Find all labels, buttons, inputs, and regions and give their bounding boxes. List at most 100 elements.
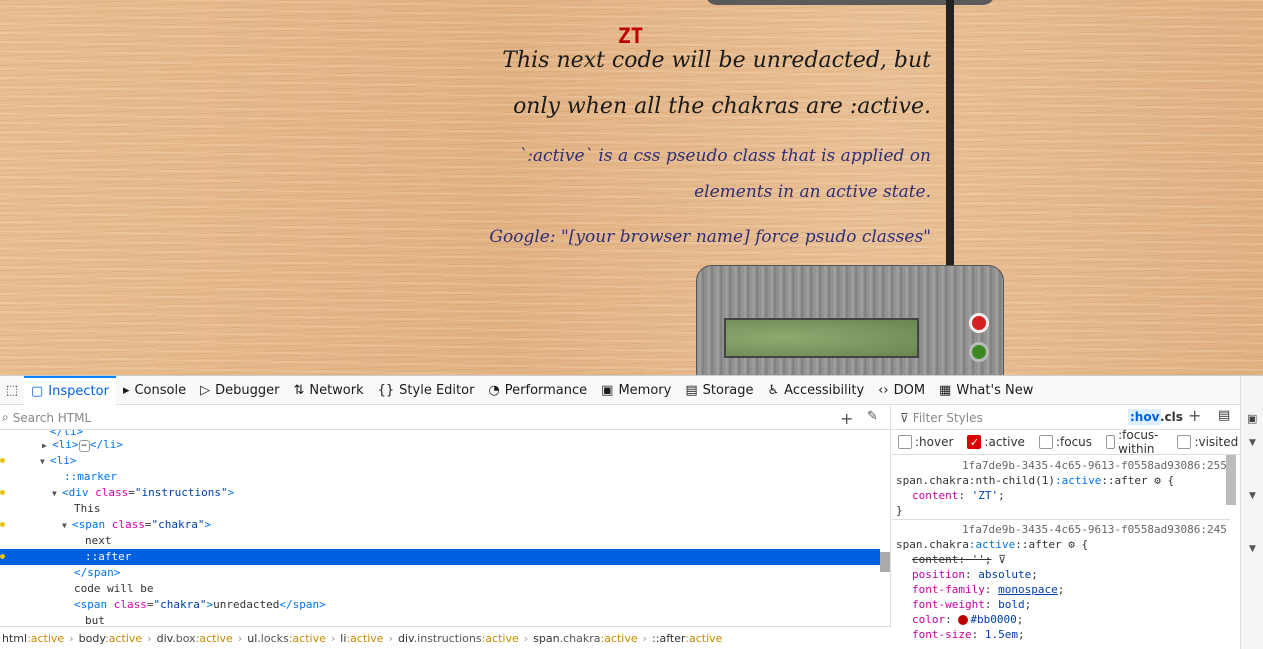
tab-debugger[interactable]: ▷ Debugger [193,376,286,405]
toggle-sidebar-icon[interactable]: ▣ [1247,412,1257,425]
chevron-down-icon[interactable]: ▼ [1249,438,1256,448]
expand-icon[interactable]: ▶ [42,438,52,454]
green-button[interactable] [969,342,989,362]
rule-source-link[interactable]: 1fa7de9b-3435-4c65-9613-f0558ad93086:245 [962,522,1227,537]
breadcrumb-item[interactable]: span.chakra:active [531,632,639,645]
eyedropper-icon[interactable]: ✎ [867,409,878,424]
declaration[interactable]: font-weight: bold; [896,597,1031,612]
gift-icon: ▦ [939,382,952,398]
declaration[interactable]: content: 'ZT'; [896,488,1005,503]
tree-row[interactable]: <span class="chakra">unredacted</span> [0,597,880,613]
breadcrumb-class: .box [172,631,196,645]
gear-icon[interactable]: ⚙ [1068,538,1075,551]
tab-inspector[interactable]: ▢ Inspector [24,375,116,405]
selector-pseudo: :active [968,538,1016,551]
checkbox[interactable] [1177,435,1192,449]
checkbox-checked[interactable]: ✓ [967,435,982,449]
red-button[interactable] [969,313,989,333]
collapse-icon[interactable]: ▼ [40,454,50,470]
breadcrumb-item[interactable]: html:active [0,632,66,645]
pseudo-hover[interactable]: :hover [898,435,953,449]
tab-network[interactable]: ⇅ Network [286,376,370,405]
chakra-after-text: ZT [618,24,644,48]
breadcrumb-separator: › [330,631,336,645]
collapsed-badge[interactable]: ⋯ [78,440,90,452]
tree-row[interactable]: ▼ <li> [0,453,880,469]
filter-icon[interactable]: ⊽ [998,553,1006,566]
text-node: but [85,614,105,626]
markup-scrollbar[interactable] [880,552,890,572]
active-marker-dot [0,490,5,495]
tab-whats-new[interactable]: ▦ What's New [932,376,1040,405]
add-rule-icon[interactable]: + [1188,406,1201,425]
rules-scrollbar[interactable] [1226,455,1236,505]
tree-row-selected[interactable]: ::after [0,549,880,565]
text-node: This [74,502,101,515]
declaration[interactable]: color: #bb0000; [896,612,1023,627]
property-name: font-size [912,628,972,641]
tab-accessibility[interactable]: ♿ Accessibility [761,376,872,405]
pseudo-visited[interactable]: :visited [1177,435,1238,449]
collapse-icon[interactable]: ▼ [62,518,72,534]
tree-row[interactable]: </span> [0,565,880,581]
color-swatch[interactable] [958,615,969,625]
pseudo-focus-within[interactable]: :focus-within [1106,428,1163,456]
element-picker-icon[interactable]: ⬚ [0,376,24,405]
chevron-down-icon[interactable]: ▼ [1249,491,1256,501]
pseudo-label: :focus-within [1118,428,1159,456]
pseudo-active[interactable]: ✓:active [967,435,1025,449]
text-node: code will be [74,582,154,595]
search-input[interactable]: Search HTML [13,411,91,425]
tree-row[interactable]: next [0,533,880,549]
tree-row[interactable]: ::marker [0,469,880,485]
chevron-down-icon[interactable]: ▼ [1249,544,1256,554]
tab-dom[interactable]: ‹› DOM [871,376,932,405]
tab-console[interactable]: ▸ Console [116,376,193,405]
tree-row[interactable]: ▼ <div class="instructions"> [0,485,880,501]
tree-row[interactable]: ▼ <span class="chakra"> [0,517,880,533]
breadcrumb-element: html [2,631,28,645]
tab-memory[interactable]: ▣ Memory [594,376,678,405]
declaration[interactable]: position: absolute; [896,567,1038,582]
selector-pseudo: :active [1054,474,1102,487]
breadcrumb-item[interactable]: ul.locks:active [245,632,328,645]
breadcrumb-item[interactable]: ::after:active [650,632,724,645]
tab-performance[interactable]: ◔ Performance [481,376,594,405]
pseudo-focus[interactable]: :focus [1038,435,1092,449]
rule-source-link[interactable]: 1fa7de9b-3435-4c65-9613-f0558ad93086:255 [962,458,1227,473]
hint-line-2: elements in an active state. [694,182,931,202]
declaration[interactable]: font-size: 1.5em; [896,627,1025,642]
checkbox[interactable] [1106,435,1116,449]
pseudo-label: :visited [1194,435,1239,449]
add-node-icon[interactable]: + [840,409,853,428]
hov-toggle[interactable]: :hov [1128,409,1162,425]
google-hint: Google: "[your browser name] force psudo… [489,227,931,247]
property-value: #bb0000 [970,613,1017,626]
tree-row[interactable]: ▶ <li> ⋯ </li> [0,437,880,453]
filter-styles-input[interactable]: Filter Styles [913,411,983,425]
cls-toggle[interactable]: .cls [1160,410,1183,424]
breadcrumb-item[interactable]: body:active [77,632,145,645]
selector-text: span.chakra:nth-child(1) [896,474,1055,487]
breadcrumb-item[interactable]: div.instructions:active [396,632,521,645]
network-icon: ⇅ [293,382,305,398]
tree-row[interactable]: code will be [0,581,880,597]
tree-row[interactable]: This [0,501,880,517]
tree-row[interactable]: but [0,613,880,626]
checkbox[interactable] [898,435,912,449]
attr-value: "chakra" [151,518,205,531]
print-media-icon[interactable]: ▤ [1218,408,1230,423]
breadcrumb-item[interactable]: li:active [338,632,385,645]
breadcrumb-pseudo: :active [105,631,143,645]
tab-style-editor[interactable]: {} Style Editor [371,376,482,405]
breadcrumb-pseudo: :active [288,631,326,645]
tab-storage[interactable]: ▤ Storage [678,376,760,405]
declaration-overridden[interactable]: content: ''; ⊽ [896,552,1006,567]
tab-label: What's New [956,382,1034,398]
breadcrumb-element: div [156,631,173,645]
gear-icon[interactable]: ⚙ [1154,474,1161,487]
declaration[interactable]: font-family: monospace; [896,582,1064,597]
checkbox[interactable] [1038,435,1053,449]
collapse-icon[interactable]: ▼ [52,486,62,502]
breadcrumb-item[interactable]: div.box:active [155,632,235,645]
